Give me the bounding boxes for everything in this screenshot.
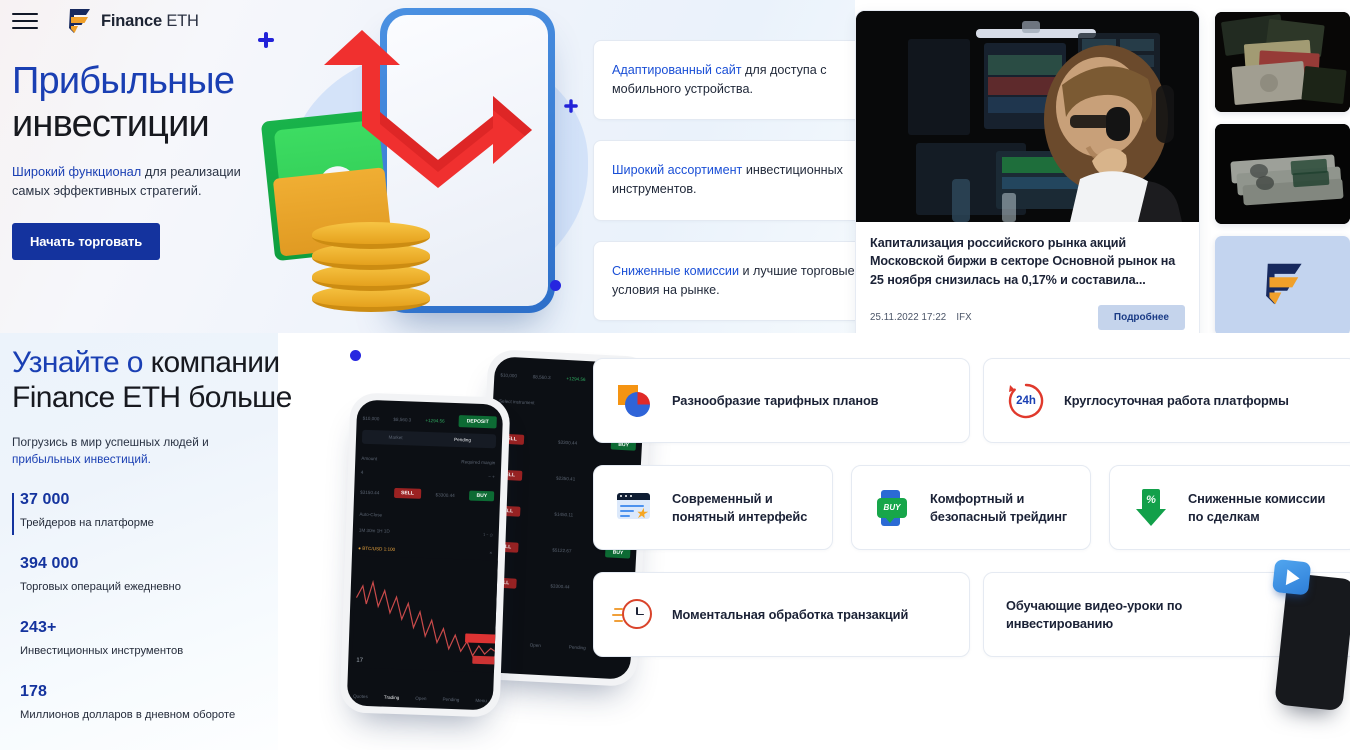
phone-mockup-front: $10,000 $8,560.3 +1294.56 DEPOSIT Market … — [339, 392, 511, 718]
pie-chart-icon — [616, 382, 654, 420]
news-date: 25.11.2022 17:22 — [870, 311, 947, 323]
thumbnail-column — [1215, 12, 1350, 336]
percent-icon-label: % — [1146, 493, 1156, 506]
stat-number: 243+ — [20, 619, 57, 637]
about-subtitle-highlight: прибыльных инвестиций. — [12, 452, 151, 467]
svg-text:17: 17 — [356, 658, 364, 664]
start-trading-button[interactable]: Начать торговать — [12, 222, 161, 260]
stat-label: Миллионов долларов в дневном обороте — [20, 709, 236, 722]
finance-eth-logo-icon — [66, 7, 92, 35]
feature-tile-label: Круглосуточная работа платформы — [1064, 392, 1289, 408]
stat-item: 178 Миллионов долларов в дневном обороте — [12, 683, 262, 721]
hero-title: Прибыльные инвестиции — [12, 60, 312, 145]
about-title-part1: Узнайте о — [12, 346, 143, 379]
app-mockup-illustration: $10,000$8,560.3 +1294.56 DEPOSIT Select … — [330, 348, 654, 750]
thumbnail-dollar-bills-photo[interactable] — [1215, 124, 1350, 224]
feature-card[interactable]: Широкий ассортимент инвестиционных инстр… — [593, 140, 893, 221]
hero-subtitle: Широкий функционал для реализации самых … — [12, 163, 252, 201]
about-title: Узнайте о компании Finance ETH больше — [12, 345, 312, 416]
thumbnail-banknotes-photo[interactable] — [1215, 12, 1350, 112]
feature-tile-interface[interactable]: ★ Современный и понятный интерфейс — [593, 465, 833, 550]
24h-clock-label: 24h — [1016, 394, 1036, 407]
hero-subtitle-highlight: Широкий функционал — [12, 164, 142, 180]
buy-icon-label: BUY — [883, 503, 901, 512]
about-subtitle: Погрузись в мир успешных людей и прибыль… — [12, 434, 227, 469]
finance-eth-logo-icon — [1261, 260, 1305, 313]
feature-highlight: Сниженные комиссии — [612, 263, 739, 278]
stat-label: Торговых операций ежедневно — [20, 581, 181, 594]
feature-tile-transactions[interactable]: Моментальная обработка транзакций — [593, 572, 970, 657]
feature-tile-label: Сниженные комиссии по сделкам — [1188, 490, 1326, 524]
hero-title-line1: Прибыльные — [12, 60, 235, 102]
about-subtitle-plain: Погрузись в мир успешных людей и — [12, 434, 209, 449]
about-section: Узнайте о компании Finance ETH больше По… — [0, 333, 1350, 750]
growth-arrow-icon — [324, 30, 532, 188]
decor-plus-icon — [564, 99, 578, 113]
stat-number: 394 000 — [20, 555, 79, 573]
stat-item: 394 000 Торговых операций ежедневно — [12, 555, 262, 593]
hero-title-line2: инвестиции — [12, 102, 210, 145]
decor-dot-icon — [350, 350, 361, 361]
feature-tile-label: Моментальная обработка транзакций — [672, 606, 909, 622]
brand-logo[interactable]: Finance ETH — [66, 7, 199, 35]
stat-label: Трейдеров на платформе — [20, 517, 154, 530]
news-source: IFX — [956, 311, 972, 323]
interface-star-icon: ★ — [616, 489, 654, 527]
page-root: Finance ETH Прибыльные инвестиции Широки… — [0, 0, 1350, 750]
top-bar: Finance ETH — [0, 0, 320, 42]
feature-tile-label: Обучающие видео-уроки по инвестированию — [1006, 597, 1183, 631]
stats-list: 37 000 Трейдеров на платформе 394 000 То… — [12, 491, 262, 721]
feature-tile-label: Разнообразие тарифных планов — [672, 392, 879, 408]
feature-tile-commissions[interactable]: % Сниженные комиссии по сделкам — [1109, 465, 1350, 550]
news-meta-row: 25.11.2022 17:22 IFX Подробнее — [870, 304, 1185, 330]
stat-number: 37 000 — [20, 491, 70, 509]
feature-tile-247[interactable]: 24h Круглосуточная работа платформы — [983, 358, 1350, 443]
24h-clock-icon: 24h — [1006, 381, 1046, 421]
feature-highlight: Адаптированный сайт — [612, 63, 742, 77]
top-feature-list: Адаптированный сайт для доступа с мобиль… — [593, 40, 893, 321]
news-meta: 25.11.2022 17:22 IFX — [870, 312, 972, 323]
stat-number: 178 — [20, 683, 47, 701]
feature-highlight: Широкий ассортимент — [612, 163, 743, 178]
feature-tile-label: Комфортный и безопасный трейдинг — [930, 490, 1068, 524]
feature-card[interactable]: Адаптированный сайт для доступа с мобиль… — [593, 40, 893, 121]
video-phone-icon — [1271, 558, 1350, 712]
feature-tile-tariffs[interactable]: Разнообразие тарифных планов — [593, 358, 970, 443]
hamburger-menu-icon[interactable] — [12, 13, 38, 29]
brand-title: Finance ETH — [101, 11, 199, 30]
feature-card[interactable]: Сниженные комиссии и лучшие торговые усл… — [593, 240, 893, 321]
decor-dot-icon — [550, 280, 561, 291]
percent-arrow-down-icon: % — [1132, 488, 1170, 527]
news-body: Капитализация российского рынка акций Мо… — [856, 222, 1199, 344]
stat-label: Инвестиционных инструментов — [20, 645, 184, 658]
feature-tile-trading[interactable]: BUY Комфортный и безопасный трейдинг — [851, 465, 1091, 550]
stopwatch-icon — [612, 596, 654, 634]
stat-item: 243+ Инвестиционных инструментов — [12, 619, 262, 657]
thumbnail-logo-tile[interactable] — [1215, 236, 1350, 336]
news-image — [856, 11, 1199, 222]
news-title: Капитализация российского рынка акций Мо… — [870, 236, 1176, 287]
buy-phone-icon: BUY — [874, 489, 912, 527]
news-card[interactable]: Капитализация российского рынка акций Мо… — [855, 10, 1200, 345]
stat-item: 37 000 Трейдеров на платформе — [12, 491, 262, 536]
about-panel: Узнайте о компании Finance ETH больше По… — [0, 333, 292, 750]
about-title-part3: ETH больше — [122, 381, 292, 415]
feature-tile-video-lessons[interactable]: Обучающие видео-уроки по инвестированию — [983, 558, 1350, 712]
feature-tile-label: Современный и понятный интерфейс — [672, 490, 808, 524]
news-more-button[interactable]: Подробнее — [1097, 304, 1185, 330]
